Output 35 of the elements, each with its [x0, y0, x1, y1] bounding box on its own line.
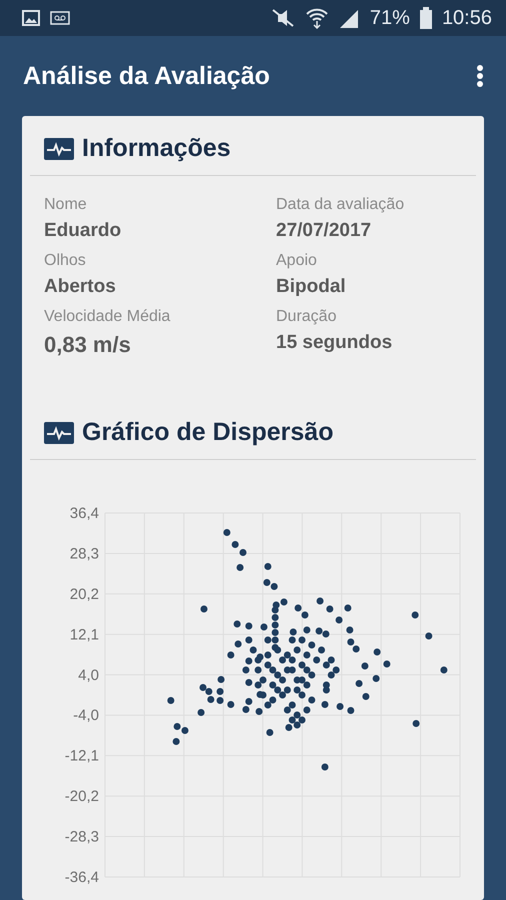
- battery-percent: 71%: [370, 6, 410, 30]
- pulse-icon: [44, 138, 74, 160]
- field-value: 0,83 m/s: [44, 332, 132, 358]
- axis-tick-label: -4,0: [73, 707, 99, 724]
- field-value: Bipodal: [276, 276, 347, 298]
- field-value: 27/07/2017: [276, 220, 372, 242]
- axis-tick-label: 12,1: [70, 626, 99, 644]
- field-value: 15 segundos: [276, 332, 394, 354]
- mute-icon: [270, 8, 296, 28]
- field-label: Olhos: [44, 252, 87, 270]
- axis-tick-label: -36,4: [64, 869, 99, 886]
- field-value: Eduardo: [44, 220, 122, 242]
- axis-tick-label: 4,0: [78, 666, 99, 684]
- axis-tick-label: 20,2: [70, 586, 99, 603]
- section-title: Informações: [82, 134, 231, 163]
- axis-tick-label: -12,1: [64, 748, 99, 765]
- axis-tick-label: -20,2: [64, 788, 99, 806]
- axis-tick-label: -28,3: [64, 828, 99, 846]
- battery-icon: [420, 7, 432, 29]
- axis-tick-label: 28,3: [70, 545, 99, 562]
- field-label: Velocidade Média: [44, 308, 172, 326]
- wifi-icon: [306, 7, 328, 29]
- pulse-icon: [44, 422, 74, 444]
- field-label: Data da avaliação: [276, 196, 406, 214]
- field-label: Apoio: [276, 252, 318, 270]
- clock: 10:56: [442, 6, 492, 30]
- field-label: Nome: [44, 196, 88, 214]
- app-title: Análise da Avaliação: [23, 62, 271, 90]
- axis-tick-label: 36,4: [70, 505, 99, 522]
- voicemail-icon: [50, 11, 70, 25]
- section-title: Gráfico de Dispersão: [82, 418, 334, 447]
- field-value: Abertos: [44, 276, 117, 298]
- signal-icon: [338, 8, 360, 28]
- image-icon: [22, 10, 40, 26]
- field-label: Duração: [276, 308, 338, 326]
